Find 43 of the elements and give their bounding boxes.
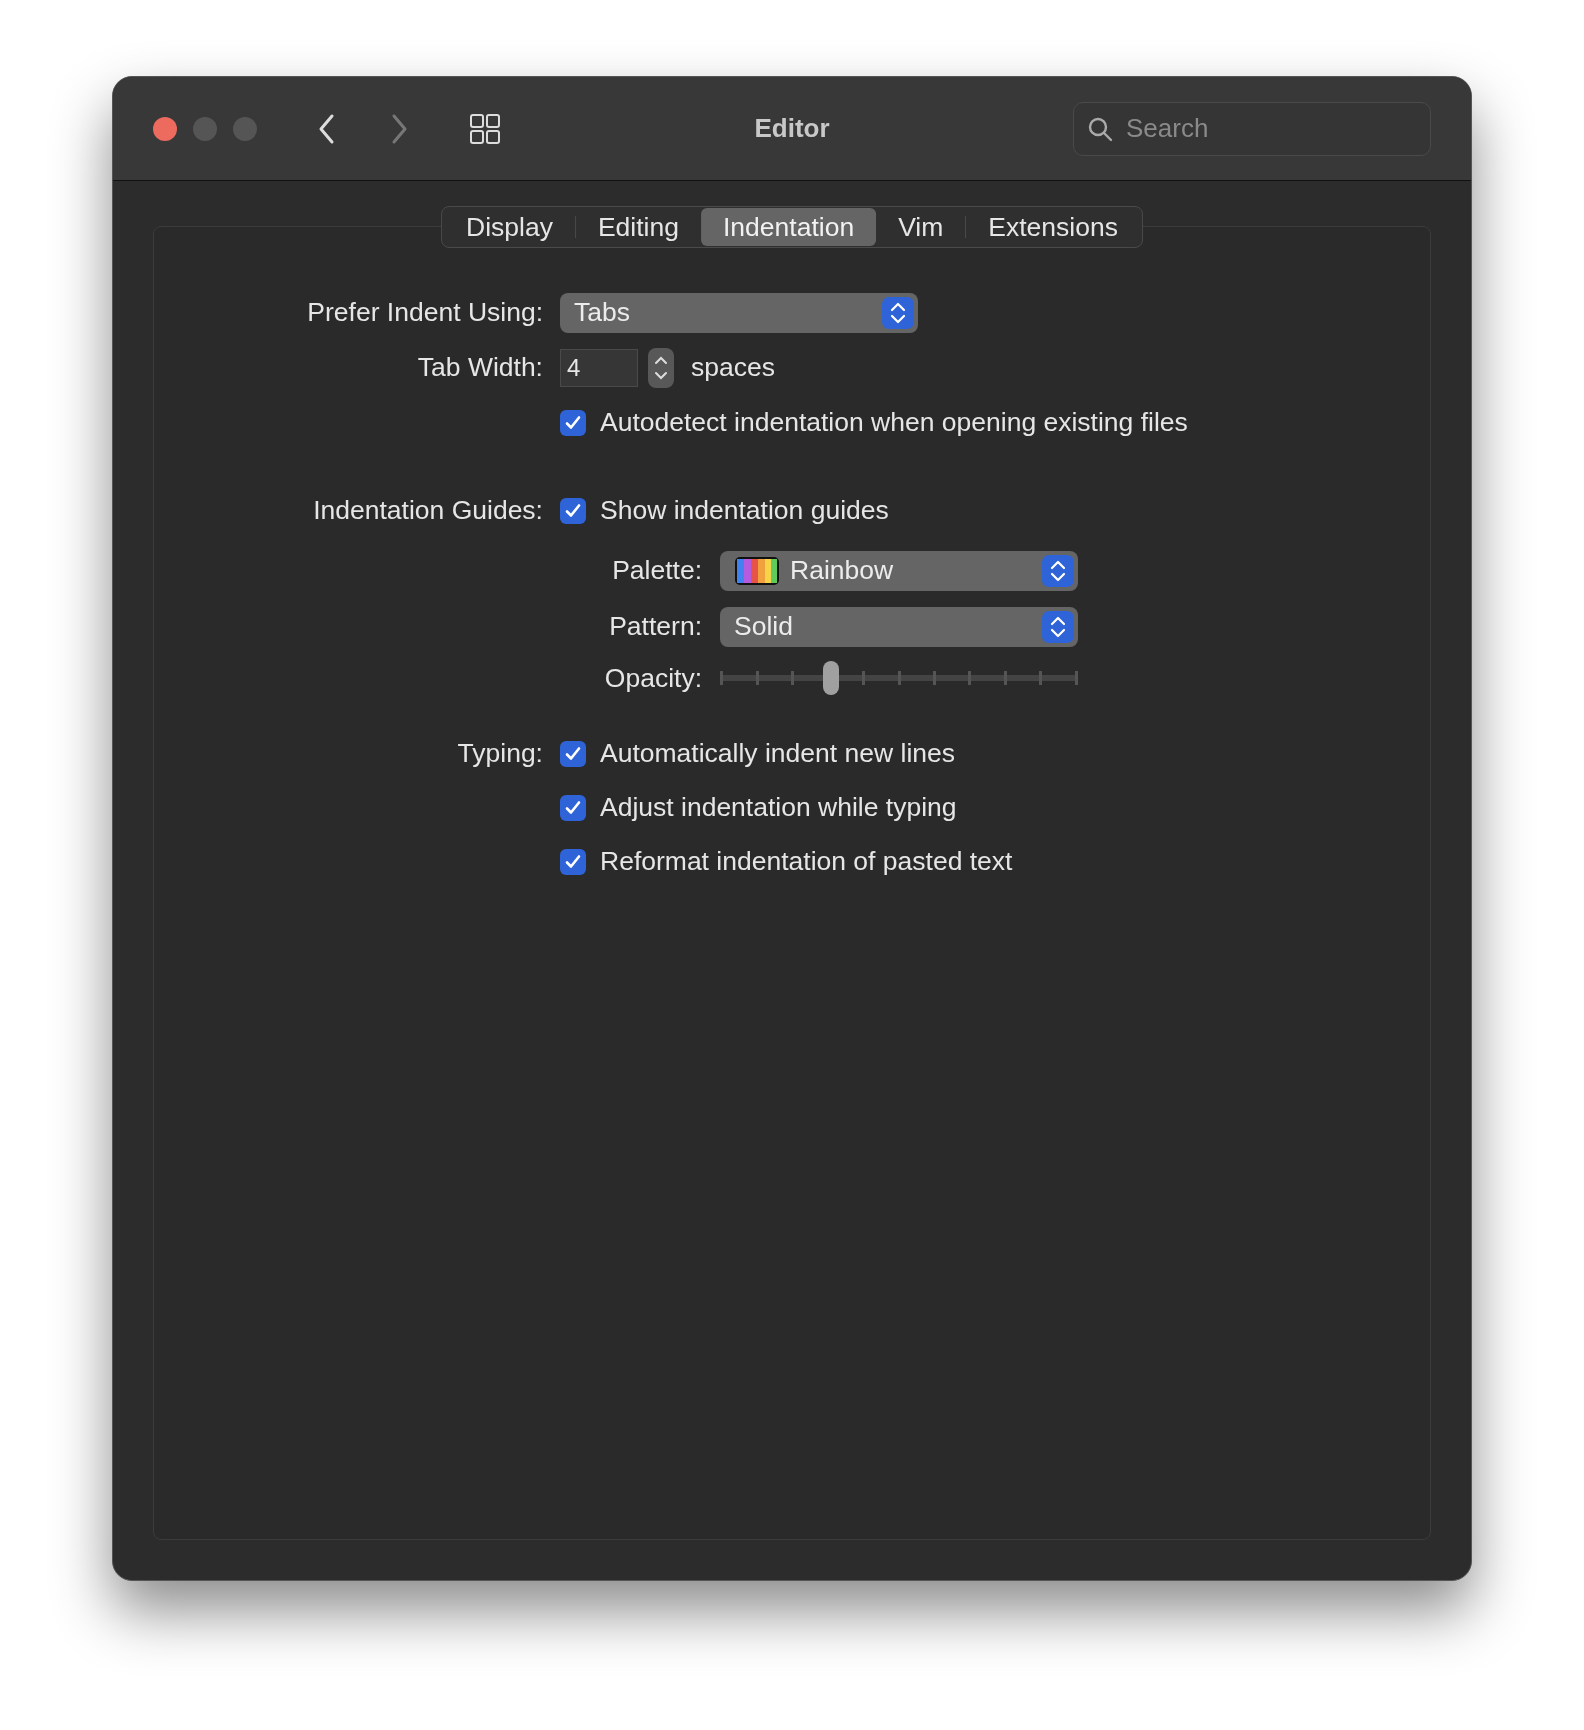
tab[interactable]: Vim [876, 208, 966, 246]
palette-swatch-icon [734, 555, 780, 586]
stepper[interactable] [648, 348, 674, 388]
checkbox[interactable] [560, 794, 586, 821]
checkbox[interactable] [560, 741, 586, 768]
checkbox-label: Automatically indent new lines [600, 737, 955, 771]
up-down-chevron-icon [1042, 610, 1074, 643]
checkbox[interactable] [560, 848, 586, 875]
search-icon [1087, 115, 1113, 142]
popup-button[interactable]: Solid [720, 606, 1078, 647]
slider-thumb[interactable] [822, 661, 839, 696]
field-label: Typing: [456, 737, 543, 771]
tab[interactable]: Extensions [966, 208, 1140, 246]
tab-width-field[interactable]: 4 [560, 349, 638, 387]
search-field[interactable]: Search [1073, 101, 1431, 156]
checkbox-label: Autodetect indentation when opening existing files [600, 406, 1188, 439]
popup-button[interactable]: Tabs [560, 293, 918, 333]
field-label: Indentation Guides: [312, 493, 543, 527]
tab[interactable]: Indentation [701, 208, 877, 246]
checkbox-label: Adjust indentation while typing [600, 791, 957, 824]
checkbox[interactable] [560, 409, 586, 436]
grid-icon[interactable] [469, 112, 501, 145]
unit-label: spaces [691, 351, 775, 385]
checkbox[interactable] [560, 497, 586, 524]
checkbox-label: Reformat indentation of pasted text [600, 844, 1013, 878]
popup-button[interactable]: Rainbow [720, 550, 1078, 591]
up-down-chevron-icon [1042, 554, 1074, 587]
check-icon [564, 501, 582, 520]
check-icon [564, 852, 582, 871]
close-button[interactable] [153, 116, 177, 141]
opacity-slider[interactable] [720, 661, 1078, 696]
tab[interactable]: Editing [575, 208, 701, 246]
checkbox-label: Show indentation guides [600, 493, 889, 527]
up-down-chevron-icon [882, 297, 914, 329]
check-icon [564, 798, 582, 817]
field-label: Pattern: [608, 609, 702, 643]
window-title: Editor [754, 112, 830, 145]
field-label: Palette: [611, 553, 702, 587]
field-label: Prefer Indent Using: [306, 296, 543, 330]
field-label: Tab Width: [416, 351, 543, 385]
check-icon [564, 413, 582, 432]
tab[interactable]: Display [444, 208, 575, 246]
field-label: Opacity: [603, 661, 702, 695]
